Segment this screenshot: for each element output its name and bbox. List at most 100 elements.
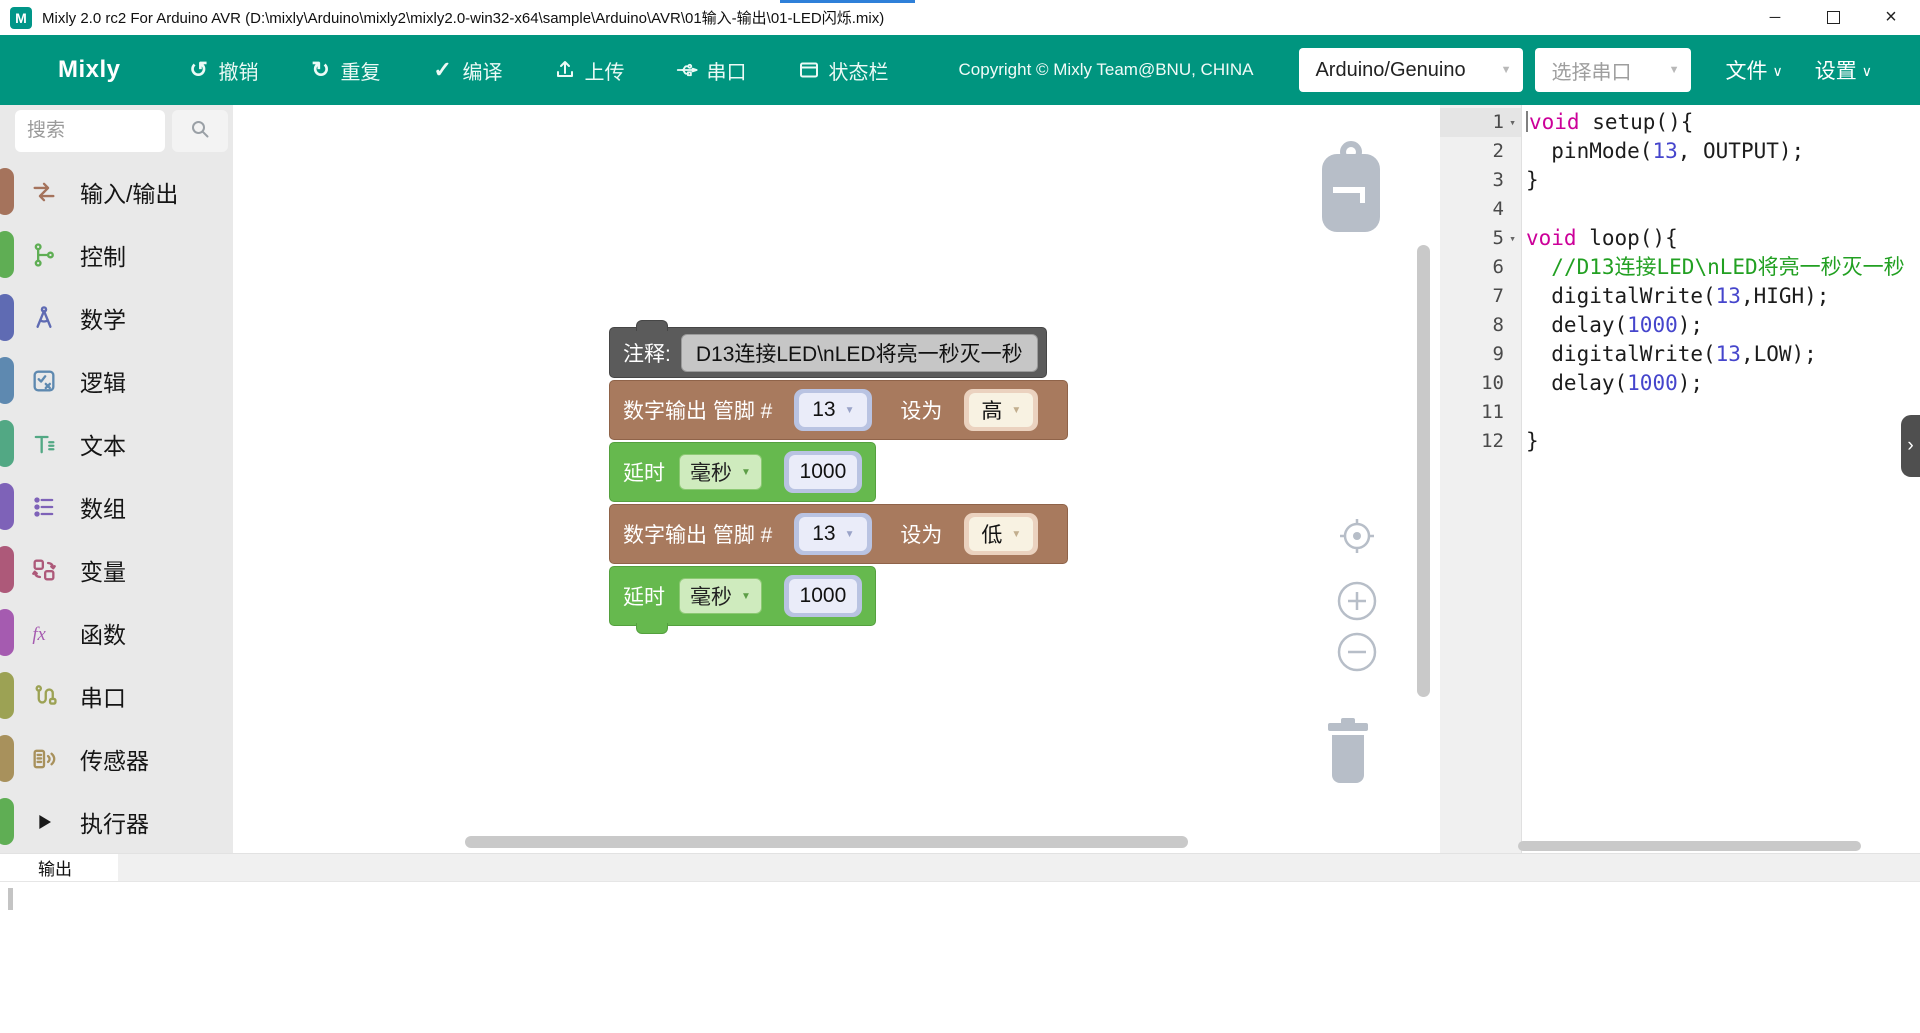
- line-number: 2: [1440, 137, 1521, 166]
- canvas-horizontal-scrollbar[interactable]: [465, 836, 1188, 848]
- code-text: //D13连接LED\nLED将亮一秒灭一秒: [1521, 253, 1920, 282]
- app-logo-icon: M: [10, 7, 32, 29]
- category-color-strip: [0, 231, 14, 278]
- code-panel[interactable]: 1▾void setup(){2 pinMode(13, OUTPUT);3}4…: [1440, 105, 1920, 853]
- code-text: digitalWrite(13,HIGH);: [1521, 282, 1920, 311]
- sidebar-item-label: 串口: [80, 679, 126, 713]
- pin-dropdown[interactable]: 13 ▼: [799, 393, 867, 427]
- category-color-strip: [0, 357, 14, 404]
- block-label: 设为: [900, 519, 942, 549]
- toolbar-button-redo[interactable]: ↻重复: [309, 56, 381, 85]
- minimize-button[interactable]: ─: [1746, 0, 1804, 35]
- block-comment[interactable]: 注释: D13连接LED\nLED将亮一秒灭一秒: [609, 327, 1047, 378]
- level-dropdown[interactable]: 高 ▼: [969, 393, 1033, 427]
- sidebar-item-io[interactable]: 输入/输出: [0, 160, 233, 223]
- toolbar-button-compile[interactable]: ✓编译: [431, 56, 503, 85]
- tab-output[interactable]: 输出: [0, 854, 118, 881]
- line-number: 1▾: [1440, 108, 1521, 137]
- chevron-down-icon: ∨: [1862, 63, 1872, 80]
- code-panel-collapse-handle[interactable]: ›: [1901, 415, 1920, 477]
- zoom-in-button[interactable]: [1335, 579, 1379, 628]
- line-number: 11: [1440, 398, 1521, 427]
- menu-settings[interactable]: 设置 ∨: [1815, 55, 1872, 85]
- pin-value: 13: [812, 398, 835, 422]
- pin-dropdown[interactable]: 13 ▼: [799, 517, 867, 551]
- sidebar-item-control[interactable]: 控制: [0, 223, 233, 286]
- close-icon: ×: [1885, 6, 1897, 29]
- zoom-out-button[interactable]: [1335, 630, 1379, 679]
- logic-icon: [30, 367, 58, 395]
- block-delay-2[interactable]: 延时 毫秒 ▼ 1000: [609, 566, 876, 626]
- trash-icon[interactable]: [1320, 717, 1376, 796]
- sidebar-item-serial[interactable]: 串口: [0, 664, 233, 727]
- port-select[interactable]: 选择串口 ▼: [1535, 48, 1691, 92]
- fold-marker-icon[interactable]: ▾: [1504, 224, 1521, 253]
- center-view-button[interactable]: [1337, 516, 1377, 561]
- collapse-arrow-icon: ›: [1907, 435, 1913, 457]
- block-delay-1[interactable]: 延时 毫秒 ▼ 1000: [609, 442, 876, 502]
- main-toolbar: Mixly ↺撤销↻重复✓编译上传串口状态栏 Copyright © Mixly…: [0, 35, 1920, 105]
- line-number: 8: [1440, 311, 1521, 340]
- block-label: 数字输出 管脚 #: [623, 395, 772, 425]
- toolbar-button-undo[interactable]: ↺撤销: [187, 56, 259, 85]
- blockly-workspace[interactable]: 注释: D13连接LED\nLED将亮一秒灭一秒 数字输出 管脚 # 13 ▼ …: [233, 105, 1440, 853]
- duration-socket: 1000: [784, 451, 862, 493]
- main-area: 输入/输出控制数学逻辑文本数组变量 fx函数串口传感器执行器 注释: D13连接L…: [0, 105, 1920, 853]
- code-horizontal-scrollbar[interactable]: [1518, 841, 1861, 851]
- sidebar-item-variable[interactable]: 变量: [0, 538, 233, 601]
- sidebar-item-logic[interactable]: 逻辑: [0, 349, 233, 412]
- sidebar-item-sensor[interactable]: 传感器: [0, 727, 233, 790]
- unit-dropdown[interactable]: 毫秒 ▼: [679, 578, 762, 614]
- sidebar-item-label: 变量: [80, 553, 126, 587]
- maximize-button[interactable]: [1804, 0, 1862, 35]
- pin-value: 13: [812, 522, 835, 546]
- code-line: 8 delay(1000);: [1440, 311, 1920, 340]
- check-icon: ✓: [431, 58, 455, 82]
- close-button[interactable]: ×: [1862, 0, 1920, 35]
- toolbar-button-upload[interactable]: 上传: [553, 56, 625, 85]
- sidebar-item-actuator[interactable]: 执行器: [0, 790, 233, 853]
- sidebar-item-label: 传感器: [80, 742, 149, 776]
- search-input[interactable]: [15, 110, 165, 152]
- backpack-icon[interactable]: [1317, 137, 1385, 240]
- sidebar-item-array[interactable]: 数组: [0, 475, 233, 538]
- text-caret: [1526, 111, 1528, 132]
- board-select[interactable]: Arduino/Genuino ▼: [1299, 48, 1523, 92]
- code-line: 12}: [1440, 427, 1920, 456]
- category-list: 输入/输出控制数学逻辑文本数组变量 fx函数串口传感器执行器: [0, 160, 233, 853]
- search-icon: [188, 117, 212, 146]
- menu-file[interactable]: 文件 ∨: [1725, 55, 1782, 85]
- duration-field[interactable]: 1000: [789, 579, 857, 613]
- code-text: }: [1521, 166, 1920, 195]
- unit-dropdown[interactable]: 毫秒 ▼: [679, 454, 762, 490]
- block-comment-text-field[interactable]: D13连接LED\nLED将亮一秒灭一秒: [681, 334, 1038, 372]
- sidebar-item-math[interactable]: 数学: [0, 286, 233, 349]
- block-category-sidebar: 输入/输出控制数学逻辑文本数组变量 fx函数串口传感器执行器: [0, 105, 233, 853]
- code-line: 9 digitalWrite(13,LOW);: [1440, 340, 1920, 369]
- level-dropdown[interactable]: 低 ▼: [969, 517, 1033, 551]
- array-icon: [30, 493, 58, 521]
- search-button[interactable]: [172, 110, 228, 152]
- toolbar-buttons: ↺撤销 ↻重复 ✓编译 上传 串口 状态栏: [187, 56, 889, 85]
- code-line: 5▾void loop(){: [1440, 224, 1920, 253]
- fold-marker-icon[interactable]: ▾: [1504, 108, 1521, 137]
- line-number: 12: [1440, 427, 1521, 456]
- duration-field[interactable]: 1000: [789, 455, 857, 489]
- code-text: pinMode(13, OUTPUT);: [1521, 137, 1920, 166]
- redo-icon: ↻: [309, 58, 333, 82]
- code-line: 4: [1440, 195, 1920, 224]
- board-select-value: Arduino/Genuino: [1315, 59, 1465, 82]
- block-digital-write-1[interactable]: 数字输出 管脚 # 13 ▼ 设为 高 ▼: [609, 380, 1068, 440]
- app-window: M Mixly 2.0 rc2 For Arduino AVR (D:\mixl…: [0, 0, 1920, 1033]
- canvas-vertical-scrollbar[interactable]: [1417, 245, 1430, 697]
- sidebar-item-text[interactable]: 文本: [0, 412, 233, 475]
- sidebar-item-label: 数学: [80, 301, 126, 335]
- line-number: 10: [1440, 369, 1521, 398]
- toolbar-button-serial[interactable]: 串口: [675, 56, 747, 85]
- sidebar-item-label: 文本: [80, 427, 126, 461]
- code-text: }: [1521, 427, 1920, 456]
- category-color-strip: [0, 294, 14, 341]
- toolbar-button-statusbar[interactable]: 状态栏: [797, 56, 889, 85]
- sidebar-item-function[interactable]: fx函数: [0, 601, 233, 664]
- block-digital-write-2[interactable]: 数字输出 管脚 # 13 ▼ 设为 低 ▼: [609, 504, 1068, 564]
